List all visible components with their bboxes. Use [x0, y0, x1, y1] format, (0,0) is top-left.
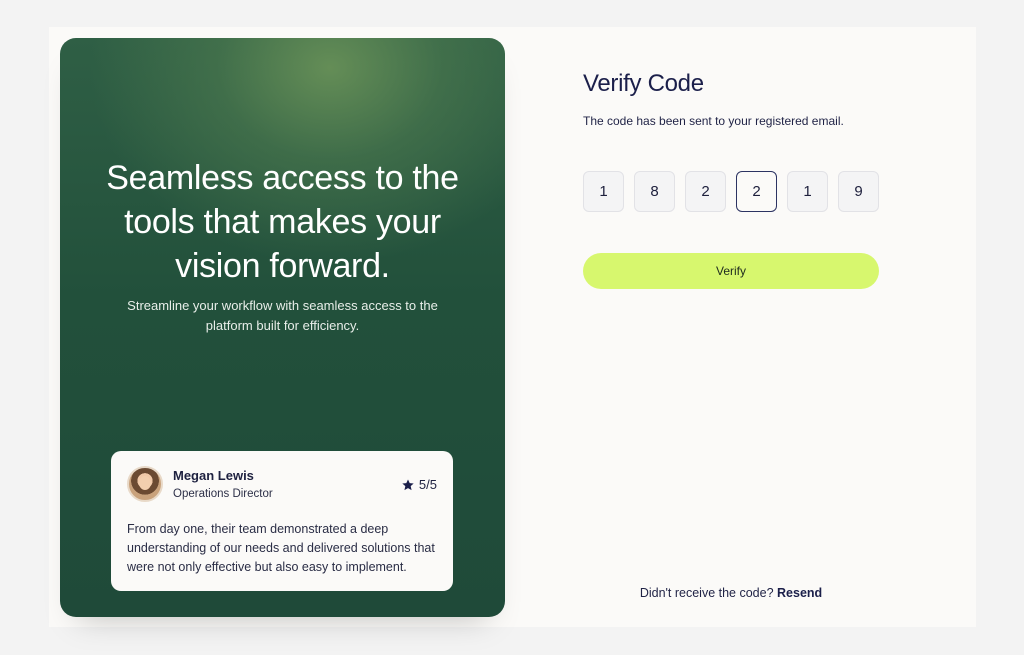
testimonial-card: Megan Lewis Operations Director 5/5 From…: [111, 451, 453, 591]
verify-button[interactable]: Verify: [583, 253, 879, 289]
code-digit-1[interactable]: 1: [583, 171, 624, 212]
hero-title: Seamless access to the tools that makes …: [106, 159, 459, 285]
verify-subtitle: The code has been sent to your registere…: [583, 114, 844, 128]
code-input-row: 1 8 2 2 1 9: [583, 171, 879, 212]
resend-prompt: Didn't receive the code?: [639, 586, 774, 600]
code-digit-4[interactable]: 2: [736, 171, 777, 212]
hero-subtitle: Streamline your workflow with seamless a…: [127, 298, 438, 333]
avatar: [127, 466, 163, 502]
testimonial-quote: From day one, their team demonstrated a …: [127, 522, 435, 574]
star-icon: [402, 478, 414, 490]
code-digit-3[interactable]: 2: [685, 171, 726, 212]
testimonial-role: Operations Director: [173, 488, 273, 500]
rating-value: 5/5: [418, 477, 437, 492]
testimonial-rating: 5/5: [401, 477, 437, 492]
code-digit-5[interactable]: 1: [787, 171, 828, 212]
testimonial-name: Megan Lewis: [173, 468, 254, 483]
hero-panel: Seamless access to the tools that makes …: [60, 38, 505, 617]
code-digit-2[interactable]: 8: [634, 171, 675, 212]
resend-line: Didn't receive the code? Resend: [583, 586, 879, 600]
code-digit-6[interactable]: 9: [838, 171, 879, 212]
avatar-face: [139, 476, 151, 490]
verify-title: Verify Code: [583, 70, 704, 97]
resend-link[interactable]: Resend: [777, 586, 822, 600]
